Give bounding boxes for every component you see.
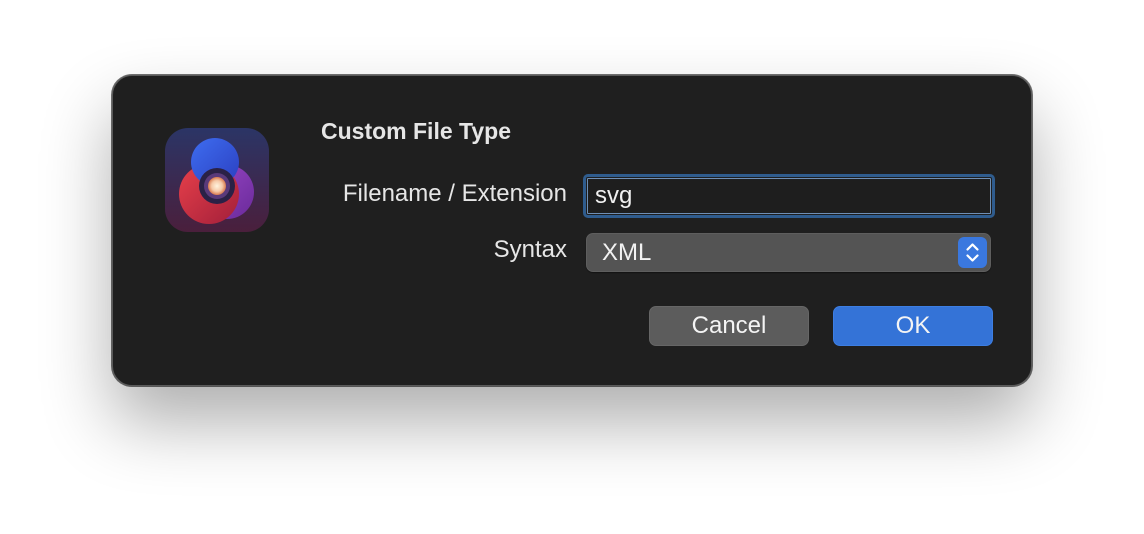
filename-extension-input[interactable] — [583, 174, 995, 218]
custom-file-type-dialog: Custom File Type Filename / Extension Sy… — [112, 75, 1032, 386]
syntax-selected-value: XML — [602, 239, 652, 266]
cancel-button[interactable]: Cancel — [649, 306, 809, 346]
syntax-select[interactable]: XML — [586, 233, 991, 272]
screen-background: Custom File Type Filename / Extension Sy… — [0, 0, 1144, 534]
filename-extension-label: Filename / Extension — [342, 180, 567, 207]
app-logo-icon — [165, 128, 269, 232]
syntax-label: Syntax — [493, 236, 567, 263]
up-down-chevron-icon[interactable] — [958, 237, 987, 268]
ok-button[interactable]: OK — [833, 306, 993, 346]
dialog-title: Custom File Type — [321, 118, 511, 144]
